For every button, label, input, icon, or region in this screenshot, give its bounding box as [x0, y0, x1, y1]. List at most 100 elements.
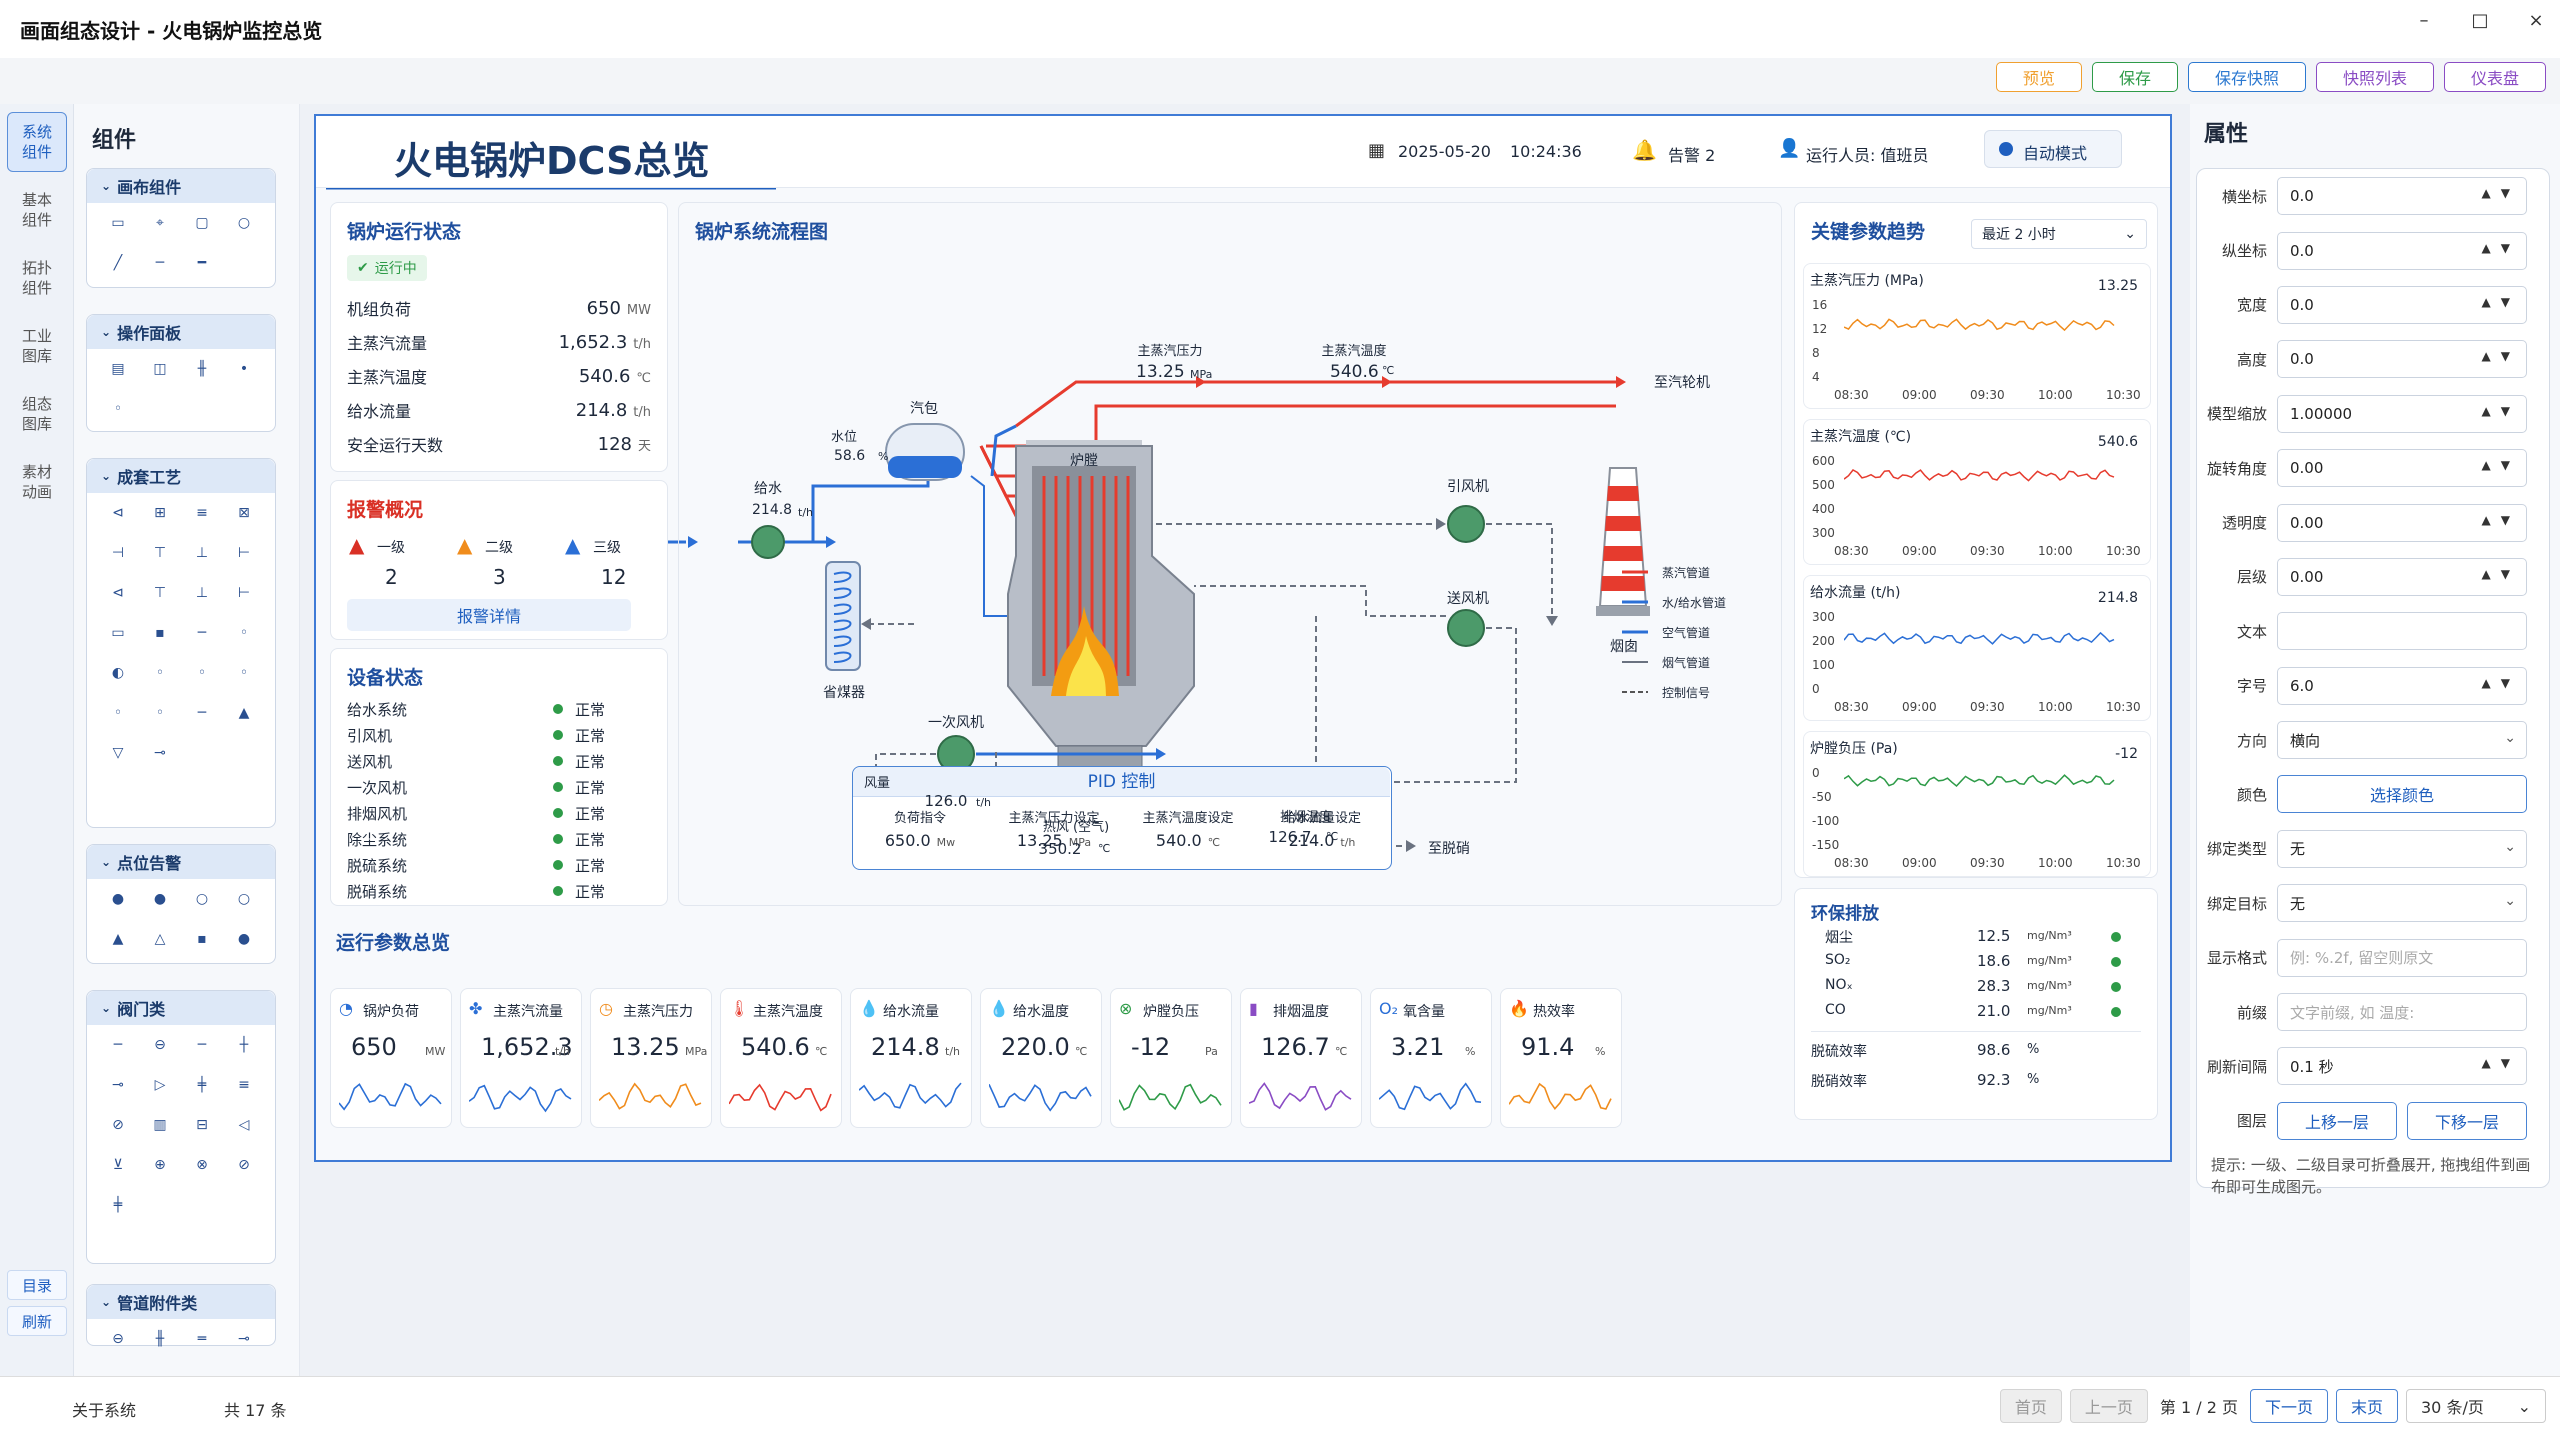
palette-item-icon[interactable]: ●: [97, 885, 139, 913]
next-page-button[interactable]: 下一页: [2249, 1389, 2328, 1423]
palette-item-icon[interactable]: ⊕: [139, 1151, 181, 1179]
maximize-icon[interactable]: □: [2464, 10, 2496, 31]
palette-item-icon[interactable]: △: [139, 925, 181, 953]
palette-item-icon[interactable]: ╱: [97, 249, 139, 277]
palette-group-header[interactable]: ⌄ 成套工艺: [87, 459, 275, 493]
palette-item-icon[interactable]: ▪: [181, 925, 223, 953]
auto-mode-toggle[interactable]: 自动模式: [1984, 130, 2122, 168]
palette-item-icon[interactable]: ─: [181, 1031, 223, 1059]
palette-item-icon[interactable]: ╫: [181, 355, 223, 383]
spinner-arrows-icon[interactable]: ▲▼: [2482, 513, 2520, 527]
minimize-icon[interactable]: –: [2408, 10, 2440, 31]
prop-field[interactable]: 0.1 秒 ▲▼: [2277, 1047, 2527, 1086]
palette-item-icon[interactable]: ─: [139, 249, 181, 277]
palette-item-icon[interactable]: ▢: [181, 209, 223, 237]
prop-field[interactable]: 0.00 ▲▼: [2277, 503, 2527, 542]
palette-item-icon[interactable]: ┼: [223, 1031, 265, 1059]
about-link[interactable]: 关于系统: [72, 1397, 136, 1421]
palette-item-icon[interactable]: ⊣: [97, 539, 139, 567]
palette-item-icon[interactable]: ━: [181, 249, 223, 277]
header-alarm[interactable]: 告警 2: [1668, 142, 1715, 166]
palette-group-header[interactable]: ⌄ 画布组件: [87, 169, 275, 203]
rail-item-0[interactable]: 系统组件: [7, 112, 67, 172]
palette-item-icon[interactable]: ⊢: [223, 579, 265, 607]
prop-field[interactable]: 0.0 ▲▼: [2277, 285, 2527, 324]
rail-item-3[interactable]: 工业图库: [7, 316, 67, 376]
palette-item-icon[interactable]: ◦: [139, 699, 181, 727]
toolbar-button-2[interactable]: 保存快照: [2187, 62, 2306, 92]
rail-bottom-1[interactable]: 刷新: [7, 1306, 67, 1336]
move-up-button[interactable]: 上移一层: [2277, 1101, 2397, 1140]
palette-item-icon[interactable]: ⊸: [139, 739, 181, 767]
palette-item-icon[interactable]: •: [223, 355, 265, 383]
palette-item-icon[interactable]: ╪: [97, 1191, 139, 1219]
palette-group-header[interactable]: ⌄ 管道附件类: [87, 1285, 275, 1319]
spinner-arrows-icon[interactable]: ▲▼: [2482, 458, 2520, 472]
prop-field[interactable]: 无 ⌄: [2277, 829, 2527, 868]
palette-item-icon[interactable]: ⊤: [139, 579, 181, 607]
spinner-arrows-icon[interactable]: ▲▼: [2482, 676, 2520, 690]
palette-item-icon[interactable]: ⊖: [139, 1031, 181, 1059]
palette-item-icon[interactable]: ▭: [97, 619, 139, 647]
palette-item-icon[interactable]: ─: [181, 619, 223, 647]
palette-item-icon[interactable]: ●: [139, 885, 181, 913]
prop-field[interactable]: 6.0 ▲▼: [2277, 666, 2527, 705]
palette-item-icon[interactable]: ◦: [181, 659, 223, 687]
page-size-select[interactable]: 30 条/页 ⌄: [2406, 1389, 2546, 1423]
palette-item-icon[interactable]: ●: [223, 925, 265, 953]
palette-item-icon[interactable]: ◦: [97, 699, 139, 727]
toolbar-button-0[interactable]: 预览: [1995, 62, 2082, 92]
palette-group-header[interactable]: ⌄ 点位告警: [87, 845, 275, 879]
palette-item-icon[interactable]: ◁: [223, 1111, 265, 1139]
palette-item-icon[interactable]: ⊗: [181, 1151, 223, 1179]
palette-item-icon[interactable]: ⊟: [181, 1111, 223, 1139]
time-range-select[interactable]: 最近 2 小时 ⌄: [1971, 219, 2147, 249]
palette-item-icon[interactable]: ◐: [97, 659, 139, 687]
palette-item-icon[interactable]: ⊘: [223, 1151, 265, 1179]
prop-field[interactable]: 0.0 ▲▼: [2277, 177, 2527, 216]
rail-item-1[interactable]: 基本组件: [7, 180, 67, 240]
palette-item-icon[interactable]: ⊥: [181, 579, 223, 607]
palette-item-icon[interactable]: ⊠: [223, 499, 265, 527]
palette-item-icon[interactable]: ⊖: [97, 1325, 139, 1353]
prop-field[interactable]: 0.00 ▲▼: [2277, 449, 2527, 488]
palette-item-icon[interactable]: ○: [223, 885, 265, 913]
palette-item-icon[interactable]: ▥: [139, 1111, 181, 1139]
palette-item-icon[interactable]: ⊢: [223, 539, 265, 567]
spinner-arrows-icon[interactable]: ▲▼: [2482, 1056, 2520, 1070]
palette-group-header[interactable]: ⌄ 阀门类: [87, 991, 275, 1025]
palette-item-icon[interactable]: ◦: [97, 395, 139, 423]
palette-item-icon[interactable]: ≡: [223, 1071, 265, 1099]
palette-item-icon[interactable]: ○: [223, 209, 265, 237]
choose-color-button[interactable]: 选择颜色: [2277, 775, 2527, 814]
last-page-button[interactable]: 末页: [2335, 1389, 2398, 1423]
palette-item-icon[interactable]: ◫: [139, 355, 181, 383]
palette-group-header[interactable]: ⌄ 操作面板: [87, 315, 275, 349]
palette-item-icon[interactable]: ◦: [223, 619, 265, 647]
first-page-button[interactable]: 首页: [1999, 1389, 2062, 1423]
alarm-detail-button[interactable]: 报警详情: [347, 599, 631, 631]
palette-item-icon[interactable]: ▪: [139, 619, 181, 647]
spinner-arrows-icon[interactable]: ▲▼: [2482, 404, 2520, 418]
rail-item-5[interactable]: 素材动画: [7, 452, 67, 512]
palette-item-icon[interactable]: ⊘: [97, 1111, 139, 1139]
palette-item-icon[interactable]: ⊸: [97, 1071, 139, 1099]
palette-item-icon[interactable]: ⊞: [139, 499, 181, 527]
palette-item-icon[interactable]: ▲: [97, 925, 139, 953]
dashboard-frame[interactable]: 火电锅炉DCS总览 ▦ 2025-05-20 10:24:36 🔔 告警 2 👤 运行人员: …: [314, 114, 2172, 1162]
toolbar-button-1[interactable]: 保存: [2091, 62, 2178, 92]
prop-field[interactable]: 0.0 ▲▼: [2277, 340, 2527, 379]
pid-value[interactable]: 540.0: [1156, 831, 1202, 850]
close-icon[interactable]: ×: [2520, 10, 2552, 31]
palette-item-icon[interactable]: ⊤: [139, 539, 181, 567]
prev-page-button[interactable]: 上一页: [2069, 1389, 2148, 1423]
palette-item-icon[interactable]: ▭: [97, 209, 139, 237]
palette-item-icon[interactable]: ▽: [97, 739, 139, 767]
palette-item-icon[interactable]: ╪: [181, 1071, 223, 1099]
prop-field[interactable]: 0.0 ▲▼: [2277, 231, 2527, 270]
palette-item-icon[interactable]: ▲: [223, 699, 265, 727]
palette-item-icon[interactable]: ⊲: [97, 499, 139, 527]
palette-item-icon[interactable]: ⊲: [97, 579, 139, 607]
palette-item-icon[interactable]: ⌖: [139, 209, 181, 237]
prop-field[interactable]: 文字前缀, 如 温度:: [2277, 993, 2527, 1032]
